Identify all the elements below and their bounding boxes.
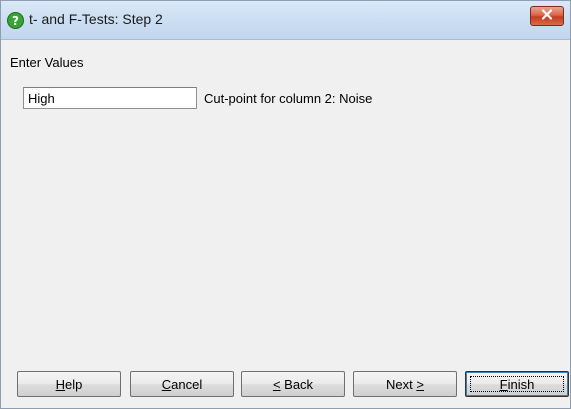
cancel-label: ancel — [171, 376, 203, 392]
button-bar: Help Cancel < Back Next > Finish — [1, 371, 570, 399]
help-mnemonic: H — [55, 376, 66, 392]
close-icon — [541, 7, 553, 25]
cancel-mnemonic: C — [161, 376, 172, 392]
next-label: Next — [386, 376, 417, 392]
finish-button[interactable]: Finish — [465, 371, 569, 397]
next-button[interactable]: Next > — [353, 371, 457, 397]
question-icon: ? — [7, 12, 24, 29]
finish-mnemonic: F — [499, 376, 508, 392]
cut-point-input[interactable] — [23, 87, 197, 109]
finish-label: inish — [507, 376, 535, 392]
help-label: elp — [65, 376, 83, 392]
dialog-window: ? t- and F-Tests: Step 2 Enter Values Cu… — [0, 0, 571, 409]
cancel-button[interactable]: Cancel — [130, 371, 234, 397]
window-title: t- and F-Tests: Step 2 — [29, 11, 163, 27]
help-button[interactable]: Help — [17, 371, 121, 397]
close-button[interactable] — [530, 6, 564, 26]
cut-point-label: Cut-point for column 2: Noise — [204, 91, 373, 106]
next-mnemonic: > — [416, 376, 424, 392]
title-bar[interactable]: ? t- and F-Tests: Step 2 — [1, 1, 570, 40]
dialog-body: Enter Values Cut-point for column 2: Noi… — [1, 40, 570, 408]
section-label: Enter Values — [10, 55, 84, 70]
back-button[interactable]: < Back — [241, 371, 345, 397]
back-label: Back — [280, 376, 314, 392]
svg-text:?: ? — [12, 14, 19, 28]
back-mnemonic: < — [272, 376, 281, 392]
